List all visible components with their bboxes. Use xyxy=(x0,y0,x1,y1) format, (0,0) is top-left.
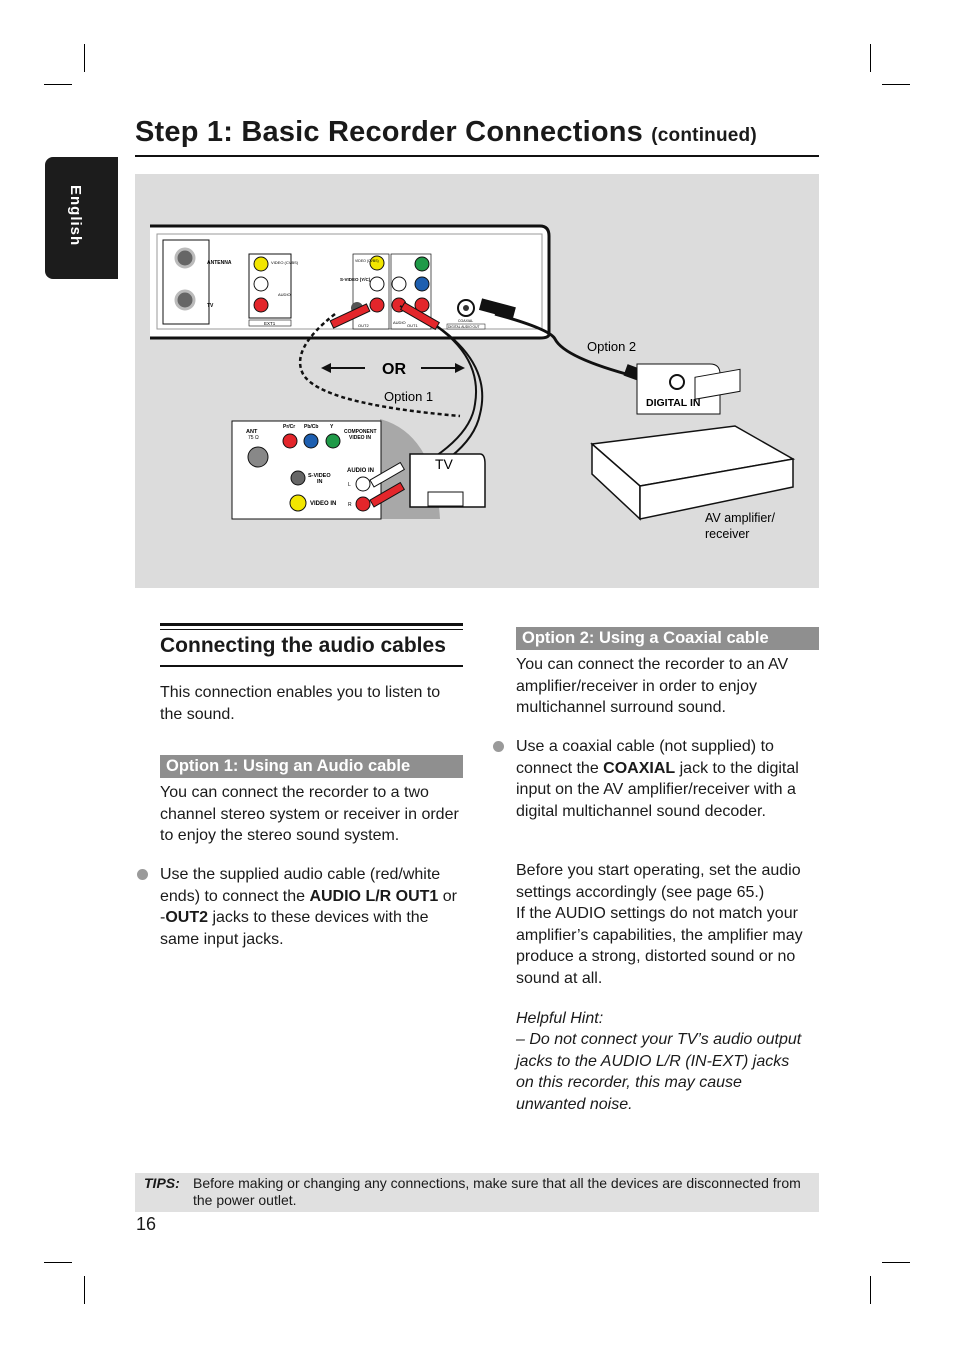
bullet-icon xyxy=(137,869,148,880)
antenna-label: ANTENNA xyxy=(207,260,232,266)
page-title: Step 1: Basic Recorder Connections (cont… xyxy=(135,116,757,148)
digital-audio-out-label: DIGITAL AUDIO OUT xyxy=(448,325,480,329)
option2-bullet-text: Use a coaxial cable (not supplied) to co… xyxy=(516,738,799,820)
audio-label: AUDIO xyxy=(393,320,406,325)
tips-box: TIPS: Before making or changing any conn… xyxy=(135,1173,819,1212)
language-tab: English xyxy=(45,157,118,279)
or-label: OR xyxy=(382,361,406,378)
digital-in-label: DIGITAL IN xyxy=(646,397,700,409)
heading-rule-bottom xyxy=(160,665,463,667)
option2-label: Option 2 xyxy=(587,339,636,354)
hint-title: Helpful Hint: xyxy=(516,1010,604,1027)
tv-r-label: R xyxy=(348,502,352,508)
tv-l-label: L xyxy=(348,482,351,488)
crop-mark xyxy=(84,1276,85,1304)
option1-label: Option 1 xyxy=(384,389,433,404)
recorder-back-panel: ANTENNA TV VIDEO (CVBS) AUDIO EXT1 VIDEO… xyxy=(150,224,551,340)
crop-mark xyxy=(870,1276,871,1304)
crop-mark xyxy=(44,1262,72,1263)
amp-label-line2: receiver xyxy=(705,527,749,541)
coaxial-label: COAXIAL xyxy=(458,319,473,323)
heading-rule-top-thin xyxy=(160,629,463,630)
title-continued: (continued) xyxy=(651,125,757,146)
ext1-video-label: VIDEO (CVBS) xyxy=(271,260,299,265)
intro-text: This connection enables you to listen to… xyxy=(160,684,441,723)
antenna-jack xyxy=(174,247,196,269)
tv-component-video-label: VIDEO IN xyxy=(349,435,371,441)
crop-mark xyxy=(882,84,910,85)
connection-diagram: ANTENNA TV VIDEO (CVBS) AUDIO EXT1 VIDEO… xyxy=(135,174,819,588)
title-rule xyxy=(135,155,819,157)
out1-label: OUT1 xyxy=(407,323,418,328)
crop-mark xyxy=(84,44,85,72)
language-tab-label: English xyxy=(67,185,84,247)
manual-page: Step 1: Basic Recorder Connections (cont… xyxy=(0,0,954,1347)
option1-text: You can connect the recorder to a two ch… xyxy=(160,784,459,844)
tv-label-text: TV xyxy=(435,456,454,472)
heading-rule-top xyxy=(160,623,463,626)
tv-label: TV xyxy=(207,303,214,309)
out2-label: OUT2 xyxy=(358,323,369,328)
page-number: 16 xyxy=(136,1214,157,1234)
crop-mark xyxy=(870,44,871,72)
tips-label: TIPS: xyxy=(144,1175,180,1191)
tv-audio-in-label: AUDIO IN xyxy=(347,468,374,474)
tv-illustration: TV xyxy=(409,453,486,508)
settings-warning: If the AUDIO settings do not match your … xyxy=(516,905,803,987)
tips-text: Before making or changing any connection… xyxy=(193,1175,801,1208)
tv-video-in-label: VIDEO IN xyxy=(310,501,336,507)
crop-mark xyxy=(882,1262,910,1263)
bullet-icon xyxy=(493,741,504,752)
tv-pr-label: Pr/Cr xyxy=(283,424,295,430)
tv-svideo-in-label: IN xyxy=(317,479,323,485)
ext1-audio-label: AUDIO xyxy=(278,292,291,297)
out2-video-label: VIDEO (CVBS) xyxy=(355,259,379,263)
hint-text: – Do not connect your TV’s audio output … xyxy=(516,1031,802,1113)
settings-note: Before you start operating, set the audi… xyxy=(516,862,801,901)
tv-ohm-label: 75 Ω xyxy=(248,435,259,441)
tv-pb-label: Pb/Cb xyxy=(304,424,318,430)
amp-label-line1: AV amplifier/ xyxy=(705,511,775,525)
option1-heading: Option 1: Using an Audio cable xyxy=(160,755,463,778)
option1-bullet-text: Use the supplied audio cable (red/white … xyxy=(160,866,457,948)
svideo-label: S-VIDEO (Y/C) xyxy=(340,277,371,282)
ext1-label: EXT1 xyxy=(264,321,276,326)
option2-heading: Option 2: Using a Coaxial cable xyxy=(516,627,819,650)
tv-jack xyxy=(174,289,196,311)
section-heading: Connecting the audio cables xyxy=(160,634,446,657)
tv-input-panel: ANT 75 Ω Pr/Cr Pb/Cb Y COMPONENT VIDEO I… xyxy=(231,420,406,520)
crop-mark xyxy=(44,84,72,85)
option2-text: You can connect the recorder to an AV am… xyxy=(516,656,789,716)
